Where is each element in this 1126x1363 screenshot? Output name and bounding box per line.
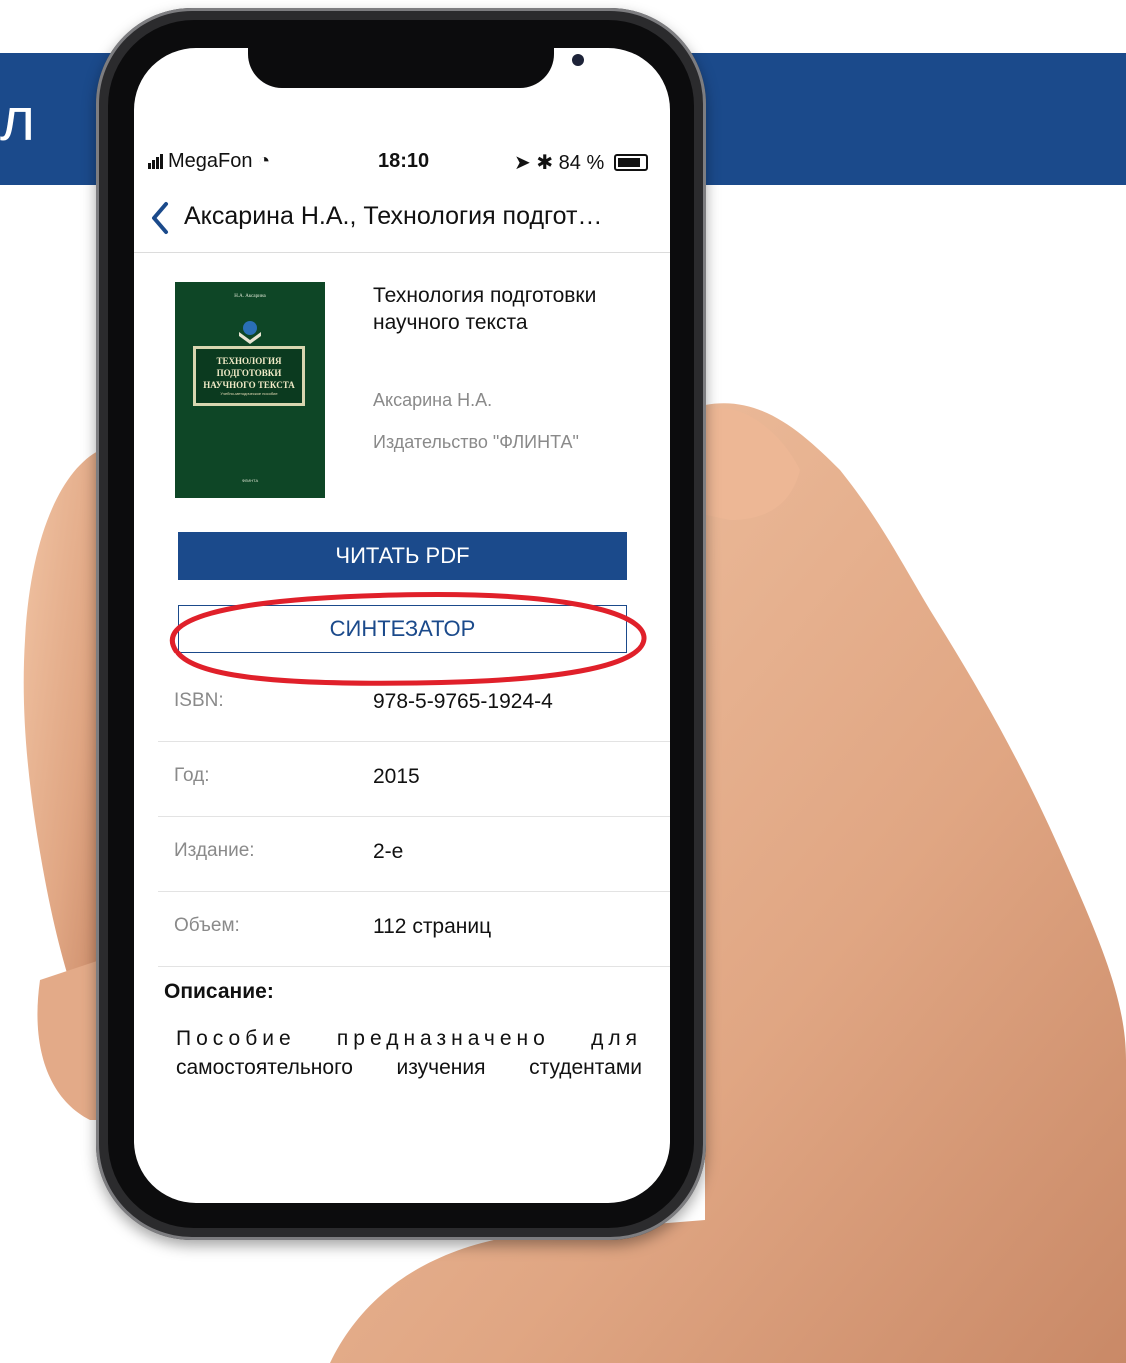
status-right: ➤ ✱ 84 % bbox=[514, 150, 648, 175]
detail-label: Издание: bbox=[174, 840, 255, 861]
phone-screen: MegaFon ◔ 18:10 ➤ ✱ 84 % Аксарина Н.А., … bbox=[134, 48, 670, 1203]
wifi-icon: ◔ bbox=[258, 150, 271, 172]
description-heading: Описание: bbox=[164, 980, 274, 1003]
chevron-left-icon[interactable] bbox=[146, 198, 174, 238]
detail-row-volume: Объем: 112 страниц bbox=[158, 891, 670, 967]
cover-title: ТЕХНОЛОГИЯ ПОДГОТОВКИ НАУЧНОГО ТЕКСТА bbox=[203, 356, 295, 390]
detail-label: ISBN: bbox=[174, 690, 224, 711]
battery-icon bbox=[613, 154, 648, 171]
cover-subtitle: Учебно-методическое пособие bbox=[220, 391, 278, 396]
description-line: самостоятельного изучения студентами bbox=[176, 1056, 642, 1079]
read-pdf-button[interactable]: ЧИТАТЬ PDF bbox=[178, 532, 627, 580]
detail-value: 2015 bbox=[373, 765, 420, 788]
detail-label: Год: bbox=[174, 765, 210, 786]
carrier-name: MegaFon bbox=[168, 150, 253, 172]
globe-icon bbox=[239, 321, 261, 344]
book-cover-image: Н.А. Аксарина ТЕХНОЛОГИЯ ПОДГОТОВКИ НАУЧ… bbox=[175, 282, 325, 498]
carrier: MegaFon ◔ bbox=[148, 150, 270, 175]
bluetooth-icon: ✱ bbox=[536, 152, 554, 174]
cover-title-box: ТЕХНОЛОГИЯ ПОДГОТОВКИ НАУЧНОГО ТЕКСТА Уч… bbox=[193, 346, 305, 406]
book-title: Технология подготовки научного текста bbox=[373, 284, 597, 334]
description-text: Пособие предназначено для самостоятельно… bbox=[176, 1024, 642, 1082]
description-line: Пособие предназначено для bbox=[176, 1027, 642, 1050]
nav-title: Аксарина Н.А., Технология подгот… bbox=[184, 202, 603, 230]
detail-label: Объем: bbox=[174, 915, 240, 936]
clock: 18:10 bbox=[378, 150, 430, 172]
detail-row-edition: Издание: 2-е bbox=[158, 816, 670, 892]
battery-percent: 84 % bbox=[558, 152, 605, 174]
signal-icon bbox=[148, 152, 164, 175]
synthesizer-button[interactable]: СИНТЕЗАТОР bbox=[178, 605, 627, 653]
detail-row-year: Год: 2015 bbox=[158, 741, 670, 817]
detail-value: 978-5-9765-1924-4 bbox=[373, 690, 553, 713]
book-author: Аксарина Н.А. bbox=[373, 390, 493, 410]
detail-row-isbn: ISBN: 978-5-9765-1924-4 bbox=[158, 666, 670, 742]
location-icon: ➤ bbox=[514, 152, 531, 174]
cover-author: Н.А. Аксарина bbox=[234, 294, 266, 299]
camera-icon bbox=[572, 54, 584, 66]
cover-publisher: ФЛИНТА bbox=[241, 478, 259, 483]
detail-value: 2-е bbox=[373, 840, 404, 863]
book-publisher: Издательство "ФЛИНТА" bbox=[373, 432, 579, 452]
status-bar: MegaFon ◔ 18:10 ➤ ✱ 84 % bbox=[134, 146, 670, 180]
navigation-bar: Аксарина Н.А., Технология подгот… bbox=[134, 188, 670, 253]
notch bbox=[248, 48, 584, 88]
detail-value: 112 страниц bbox=[373, 915, 492, 938]
